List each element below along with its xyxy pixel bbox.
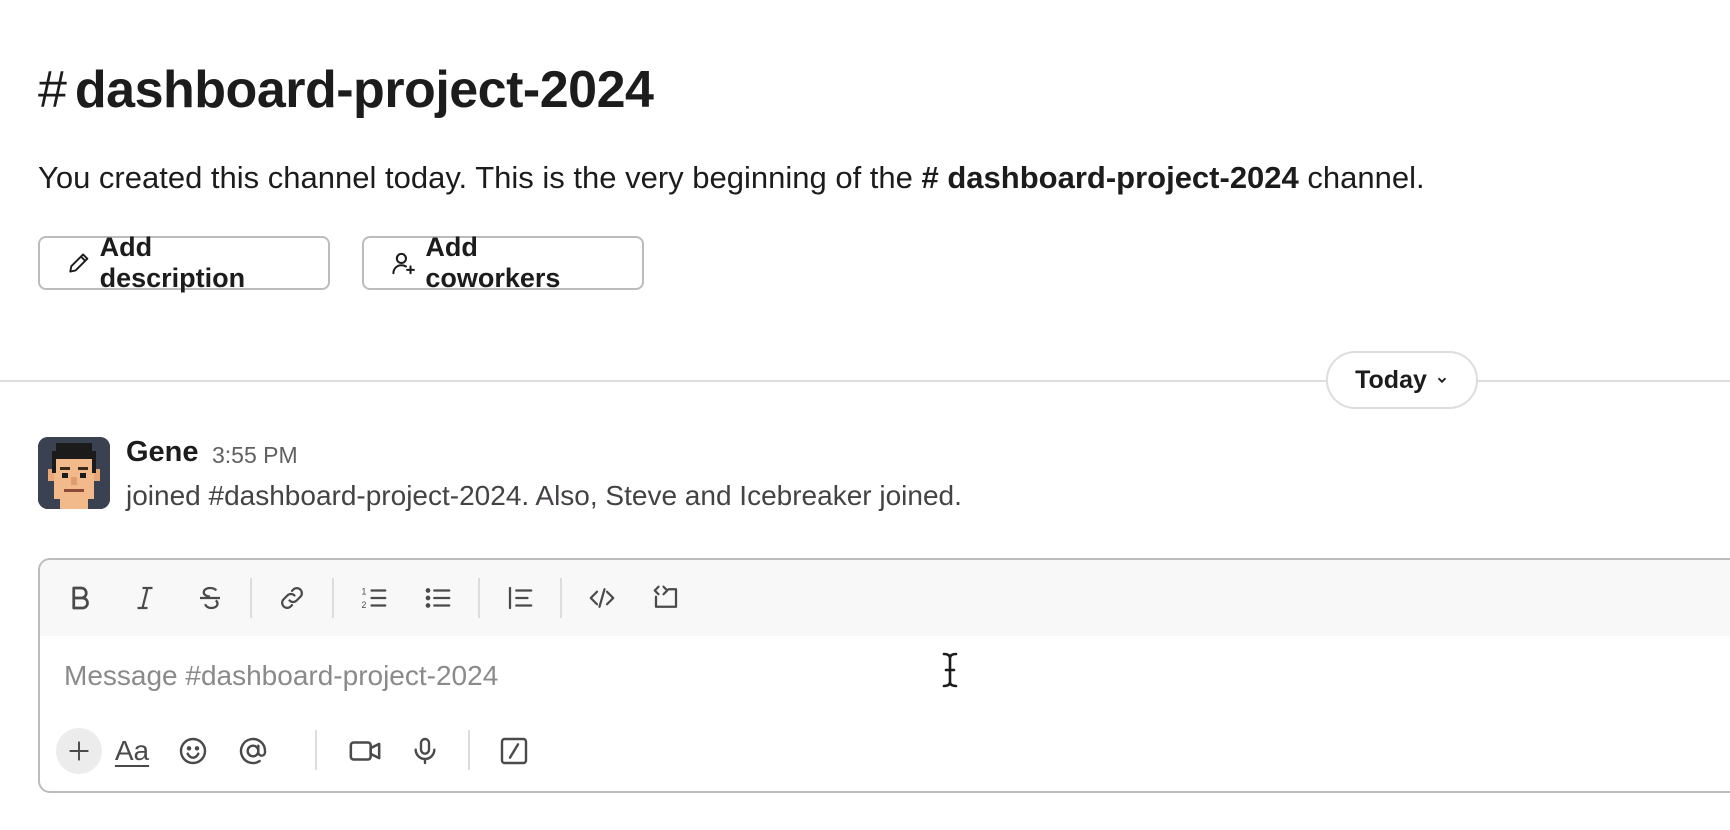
add-coworkers-label: Add coworkers (425, 232, 561, 293)
blockquote-icon[interactable] (498, 576, 542, 620)
message-timestamp[interactable]: 3:55 PM (212, 442, 298, 469)
add-description-button[interactable]: Add description (38, 232, 330, 293)
italic-icon[interactable] (123, 576, 167, 620)
text-format-label: Aa (114, 735, 150, 766)
intro-channel-link[interactable]: # dashboard-project-2024 (922, 160, 1299, 195)
formatting-toolbar: 12 (40, 560, 1730, 636)
date-divider-button[interactable]: Today (1326, 351, 1478, 409)
ordered-list-icon[interactable]: 12 (352, 576, 396, 620)
plus-icon[interactable] (56, 728, 102, 774)
channel-title: dashboard-project-2024 (74, 61, 654, 119)
avatar[interactable] (38, 437, 110, 509)
message-author[interactable]: Gene (126, 436, 199, 469)
link-icon[interactable] (270, 576, 314, 620)
text-cursor-icon (940, 652, 960, 693)
add-description-label: Add description (99, 232, 246, 293)
emoji-icon[interactable] (171, 729, 215, 773)
bulleted-list-icon[interactable] (416, 576, 460, 620)
date-divider-label: Today (1355, 365, 1427, 394)
add-person-icon (392, 252, 415, 275)
mention-icon[interactable] (231, 729, 275, 773)
message-input-placeholder[interactable]: Message #dashboard-project-2024 (64, 660, 498, 692)
microphone-icon[interactable] (403, 729, 447, 773)
intro-suffix: channel. (1298, 160, 1425, 195)
video-icon[interactable] (343, 729, 387, 773)
slash-command-icon[interactable] (492, 729, 536, 773)
svg-text:1: 1 (362, 586, 367, 596)
message-text: joined #dashboard-project-2024. Also, St… (126, 480, 962, 511)
strikethrough-icon[interactable] (188, 576, 232, 620)
intro-prefix: You created this channel today. This is … (38, 160, 922, 195)
channel-intro-text: You created this channel today. This is … (38, 160, 1425, 196)
code-block-icon[interactable] (644, 576, 688, 620)
pencil-icon (69, 253, 89, 273)
code-icon[interactable] (580, 576, 624, 620)
add-coworkers-button[interactable]: Add coworkers (362, 232, 644, 293)
channel-hash-icon: # (38, 61, 67, 119)
bold-icon[interactable] (58, 576, 102, 620)
message-composer[interactable]: 12 Message #dashboard-project-2024 Aa (38, 558, 1730, 793)
text-format-icon[interactable]: Aa (110, 729, 154, 773)
channel-title-row: # dashboard-project-2024 (38, 61, 654, 119)
chevron-down-icon (1437, 377, 1447, 384)
svg-text:2: 2 (362, 600, 367, 610)
